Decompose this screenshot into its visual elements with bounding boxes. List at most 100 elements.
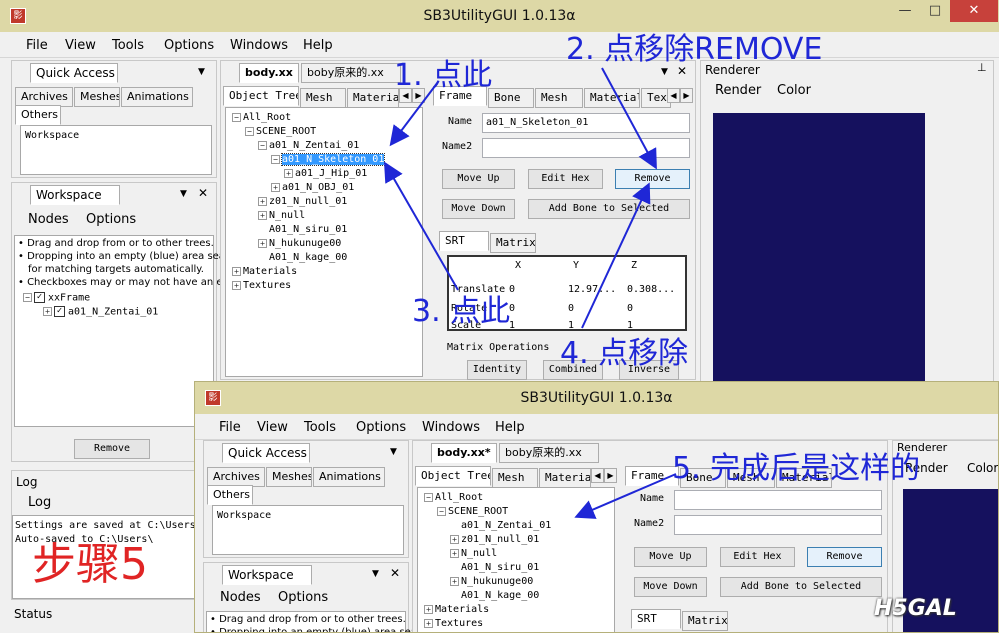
tab-archives[interactable]: Archives bbox=[207, 467, 265, 487]
quick-access-title[interactable]: Quick Access bbox=[222, 443, 310, 463]
name-field[interactable] bbox=[674, 490, 882, 510]
move-up-button[interactable]: Move Up bbox=[634, 547, 707, 567]
edit-hex-button[interactable]: Edit Hex bbox=[528, 169, 603, 189]
expand-icon[interactable]: + bbox=[258, 238, 267, 248]
tab-material-r[interactable]: Material bbox=[584, 88, 640, 108]
chevron-down-icon[interactable]: ▼ bbox=[198, 67, 205, 77]
tree-node[interactable]: A01_N_kage_00 bbox=[450, 590, 539, 601]
tree-node[interactable]: A01_N_kage_00 bbox=[258, 252, 347, 263]
tab-meshes[interactable]: Meshes bbox=[266, 467, 312, 487]
expand-icon[interactable]: − bbox=[245, 126, 254, 136]
expand-icon[interactable]: + bbox=[258, 210, 267, 220]
tree-node[interactable]: + Textures bbox=[424, 618, 483, 629]
close-icon[interactable]: ✕ bbox=[198, 186, 208, 200]
identity-button[interactable]: Identity bbox=[467, 360, 527, 380]
tab-mesh[interactable]: Mesh bbox=[492, 468, 538, 488]
expand-icon[interactable]: + bbox=[232, 280, 241, 290]
menu-view[interactable]: View bbox=[65, 38, 96, 53]
remove-button[interactable]: Remove bbox=[807, 547, 882, 567]
expand-icon[interactable]: + bbox=[271, 182, 280, 192]
scroll-left-icon[interactable]: ◀ bbox=[667, 88, 680, 103]
expand-icon[interactable]: − bbox=[424, 492, 433, 502]
tree-node[interactable]: + N_null bbox=[258, 210, 305, 221]
add-bone-button[interactable]: Add Bone to Selected bbox=[528, 199, 690, 219]
menu-file[interactable]: File bbox=[26, 38, 48, 53]
tree-node[interactable]: A01_N_siru_01 bbox=[450, 562, 539, 573]
menu-color[interactable]: Color bbox=[967, 461, 998, 475]
expand-icon[interactable]: + bbox=[258, 196, 267, 206]
grid-cell[interactable]: 0.308... bbox=[627, 284, 675, 295]
menu-windows[interactable]: Windows bbox=[230, 38, 288, 53]
tab-meshes[interactable]: Meshes bbox=[74, 87, 120, 107]
expand-icon[interactable]: + bbox=[424, 604, 433, 614]
list-item[interactable]: Workspace bbox=[217, 510, 271, 521]
move-down-button[interactable]: Move Down bbox=[634, 577, 707, 597]
log-tab[interactable]: Log bbox=[28, 495, 51, 510]
scroll-right-icon[interactable]: ▶ bbox=[680, 88, 693, 103]
tab-material[interactable]: Materia bbox=[347, 88, 399, 108]
tree-node[interactable]: + a01_J_Hip_01 bbox=[284, 168, 367, 179]
tab-srt[interactable]: SRT bbox=[631, 609, 681, 629]
workspace-title[interactable]: Workspace bbox=[30, 185, 120, 205]
menu-help[interactable]: Help bbox=[303, 38, 333, 53]
render-viewport[interactable] bbox=[713, 113, 925, 381]
menu-color[interactable]: Color bbox=[777, 83, 811, 98]
tree-node-zentai[interactable]: + ✓ a01_N_Zentai_01 bbox=[43, 306, 158, 318]
dropdown-icon[interactable]: ▼ bbox=[372, 569, 379, 579]
tree-node[interactable]: − All_Root bbox=[424, 492, 483, 503]
expand-icon[interactable]: − bbox=[258, 140, 267, 150]
move-down-button[interactable]: Move Down bbox=[442, 199, 515, 219]
tab-body-xx[interactable]: body.xx* bbox=[431, 443, 497, 463]
menu-file[interactable]: File bbox=[219, 420, 241, 435]
tab-archives[interactable]: Archives bbox=[15, 87, 73, 107]
tree-node[interactable]: + Materials bbox=[424, 604, 489, 615]
expand-icon[interactable]: + bbox=[450, 534, 459, 544]
scroll-right-icon[interactable]: ▶ bbox=[604, 468, 617, 483]
expand-icon[interactable]: + bbox=[450, 576, 459, 586]
tab-others[interactable]: Others bbox=[207, 485, 253, 505]
expand-icon[interactable] bbox=[450, 563, 459, 572]
pin-icon[interactable]: ⊥ bbox=[977, 61, 987, 74]
expand-icon[interactable]: − bbox=[437, 506, 446, 516]
tab-body-xx[interactable]: body.xx bbox=[239, 63, 299, 83]
workspace-title[interactable]: Workspace bbox=[222, 565, 312, 585]
close-icon[interactable]: ✕ bbox=[950, 0, 998, 22]
tree-node[interactable]: − SCENE_ROOT bbox=[245, 126, 316, 137]
expand-icon[interactable]: + bbox=[232, 266, 241, 276]
expand-icon[interactable] bbox=[258, 225, 267, 234]
tab-object-tree[interactable]: Object Tree bbox=[223, 86, 299, 106]
tree-node[interactable]: + Materials bbox=[232, 266, 297, 277]
tab-animations[interactable]: Animations bbox=[313, 467, 385, 487]
tree-node[interactable]: + N_hukunuge00 bbox=[450, 576, 533, 587]
menu-options[interactable]: Options bbox=[86, 212, 136, 227]
chevron-down-icon[interactable]: ▼ bbox=[390, 447, 397, 457]
tab-boby-xx[interactable]: boby原来的.xx bbox=[301, 63, 401, 83]
expand-icon[interactable] bbox=[258, 253, 267, 262]
edit-hex-button[interactable]: Edit Hex bbox=[720, 547, 795, 567]
tab-bone[interactable]: Bone bbox=[488, 88, 534, 108]
move-up-button[interactable]: Move Up bbox=[442, 169, 515, 189]
tab-boby-xx[interactable]: boby原来的.xx bbox=[499, 443, 599, 463]
tab-material[interactable]: Materia bbox=[539, 468, 591, 488]
menu-render[interactable]: Render bbox=[715, 83, 761, 98]
tab-matrix[interactable]: Matrix bbox=[682, 611, 728, 631]
quick-access-title[interactable]: Quick Access bbox=[30, 63, 118, 83]
list-item[interactable]: Workspace bbox=[25, 130, 79, 141]
tree-node[interactable]: + a01_N_OBJ_01 bbox=[271, 182, 354, 193]
menu-options[interactable]: Options bbox=[356, 420, 406, 435]
expand-icon[interactable] bbox=[450, 521, 459, 530]
tab-mesh-r[interactable]: Mesh bbox=[535, 88, 583, 108]
menu-options[interactable]: Options bbox=[164, 38, 214, 53]
tree-node[interactable]: − a01_N_Zentai_01 bbox=[258, 140, 359, 151]
tab-mesh[interactable]: Mesh bbox=[300, 88, 346, 108]
dropdown-icon[interactable]: ▼ bbox=[180, 189, 187, 199]
menu-nodes[interactable]: Nodes bbox=[220, 590, 261, 605]
tree-node[interactable]: − All_Root bbox=[232, 112, 291, 123]
grid-cell[interactable]: 12.97... bbox=[568, 284, 616, 295]
tab-animations[interactable]: Animations bbox=[121, 87, 193, 107]
tree-node[interactable]: + N_null bbox=[450, 548, 497, 559]
expand-icon[interactable] bbox=[450, 591, 459, 600]
tab-frame[interactable]: Frame bbox=[625, 466, 679, 486]
tab-srt[interactable]: SRT bbox=[439, 231, 489, 251]
tree-node[interactable]: A01_N_siru_01 bbox=[258, 224, 347, 235]
